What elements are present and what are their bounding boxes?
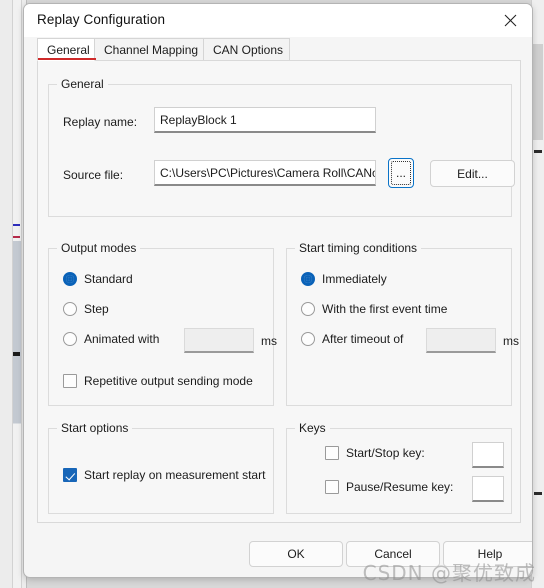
scrollbar-mark-top xyxy=(534,150,542,153)
replay-configuration-dialog: Replay Configuration General Channel Map… xyxy=(23,3,533,578)
animated-interval-unit: ms xyxy=(261,334,277,348)
checkbox-repetitive-output[interactable]: Repetitive output sending mode xyxy=(63,374,253,388)
radio-first-event-time[interactable]: With the first event time xyxy=(301,302,447,316)
edit-button[interactable]: Edit... xyxy=(430,160,515,187)
group-start-timing: Start timing conditions Immediately With… xyxy=(286,248,512,406)
radio-first-event-label: With the first event time xyxy=(322,302,447,316)
tab-active-underline xyxy=(38,58,96,60)
focus-ring xyxy=(391,161,411,185)
ok-button-label: OK xyxy=(287,547,304,561)
group-keys-legend: Keys xyxy=(295,421,330,435)
close-icon xyxy=(504,14,517,27)
scrollbar-thumb[interactable] xyxy=(533,44,543,140)
tab-channel-mapping[interactable]: Channel Mapping xyxy=(94,38,204,61)
source-file-value: C:\Users\PC\Pictures\Camera Roll\CANoe xyxy=(160,166,376,180)
checkbox-pause-resume-key-indicator xyxy=(325,480,339,494)
tab-channel-mapping-label: Channel Mapping xyxy=(104,43,198,57)
help-button[interactable]: Help xyxy=(443,541,533,567)
background-scrollbar-left[interactable] xyxy=(12,0,22,588)
background-tick-red xyxy=(13,236,20,238)
edit-button-label: Edit... xyxy=(457,167,488,181)
checkbox-repetitive-label: Repetitive output sending mode xyxy=(84,374,253,388)
pause-resume-key-input[interactable] xyxy=(472,476,504,502)
checkbox-repetitive-indicator xyxy=(63,374,77,388)
radio-step[interactable]: Step xyxy=(63,302,109,316)
group-start-timing-legend: Start timing conditions xyxy=(295,241,421,255)
radio-after-timeout-label: After timeout of xyxy=(322,332,403,346)
radio-after-timeout-indicator xyxy=(301,332,315,346)
checkbox-start-replay-label: Start replay on measurement start xyxy=(84,468,265,482)
background-tick-blue xyxy=(13,224,20,226)
radio-animated-label: Animated with xyxy=(84,332,159,346)
replay-name-label: Replay name: xyxy=(63,115,137,129)
timeout-input[interactable] xyxy=(426,328,496,353)
tab-general[interactable]: General xyxy=(37,38,95,61)
close-button[interactable] xyxy=(488,4,532,36)
radio-after-timeout[interactable]: After timeout of xyxy=(301,332,403,346)
tabstrip: General Channel Mapping CAN Options xyxy=(37,38,521,61)
browse-button[interactable]: ... xyxy=(388,158,414,188)
dialog-title: Replay Configuration xyxy=(37,12,165,27)
radio-animated-with[interactable]: Animated with xyxy=(63,332,159,346)
group-output-modes: Output modes Standard Step Animated with… xyxy=(48,248,274,406)
checkbox-start-replay-indicator xyxy=(63,468,77,482)
tab-can-options-label: CAN Options xyxy=(213,43,283,57)
checkbox-pause-resume-key[interactable]: Pause/Resume key: xyxy=(325,480,453,494)
radio-standard-indicator xyxy=(63,272,77,286)
radio-standard-label: Standard xyxy=(84,272,133,286)
cancel-button[interactable]: Cancel xyxy=(346,541,440,567)
checkbox-pause-resume-key-label: Pause/Resume key: xyxy=(346,480,453,494)
timeout-unit: ms xyxy=(503,334,519,348)
tab-can-options[interactable]: CAN Options xyxy=(203,38,290,61)
radio-step-indicator xyxy=(63,302,77,316)
radio-immediately[interactable]: Immediately xyxy=(301,272,387,286)
group-start-options-legend: Start options xyxy=(57,421,132,435)
group-start-options: Start options Start replay on measuremen… xyxy=(48,428,274,514)
radio-first-event-indicator xyxy=(301,302,315,316)
source-file-input[interactable]: C:\Users\PC\Pictures\Camera Roll\CANoe xyxy=(154,160,376,186)
scrollbar-mark-bottom xyxy=(534,492,542,495)
cancel-button-label: Cancel xyxy=(374,547,411,561)
animated-interval-input[interactable] xyxy=(184,328,254,353)
dialog-titlebar[interactable]: Replay Configuration xyxy=(24,4,532,37)
radio-step-label: Step xyxy=(84,302,109,316)
source-file-label: Source file: xyxy=(63,168,123,182)
radio-immediately-label: Immediately xyxy=(322,272,387,286)
radio-animated-indicator xyxy=(63,332,77,346)
radio-standard[interactable]: Standard xyxy=(63,272,133,286)
group-general: General Replay name: ReplayBlock 1 Sourc… xyxy=(48,84,512,217)
checkbox-start-stop-key-indicator xyxy=(325,446,339,460)
group-keys: Keys Start/Stop key: Pause/Resume key: xyxy=(286,428,512,514)
tab-page-general: General Replay name: ReplayBlock 1 Sourc… xyxy=(37,60,521,523)
ok-button[interactable]: OK xyxy=(249,541,343,567)
help-button-label: Help xyxy=(478,547,503,561)
background-tick-dark xyxy=(13,352,20,356)
radio-immediately-indicator xyxy=(301,272,315,286)
group-output-modes-legend: Output modes xyxy=(57,241,140,255)
checkbox-start-stop-key-label: Start/Stop key: xyxy=(346,446,425,460)
checkbox-start-stop-key[interactable]: Start/Stop key: xyxy=(325,446,425,460)
tab-general-label: General xyxy=(47,43,90,57)
replay-name-input[interactable]: ReplayBlock 1 xyxy=(154,107,376,133)
checkbox-start-replay-on-measurement-start[interactable]: Start replay on measurement start xyxy=(63,468,265,482)
group-general-legend: General xyxy=(57,77,108,91)
start-stop-key-input[interactable] xyxy=(472,442,504,468)
